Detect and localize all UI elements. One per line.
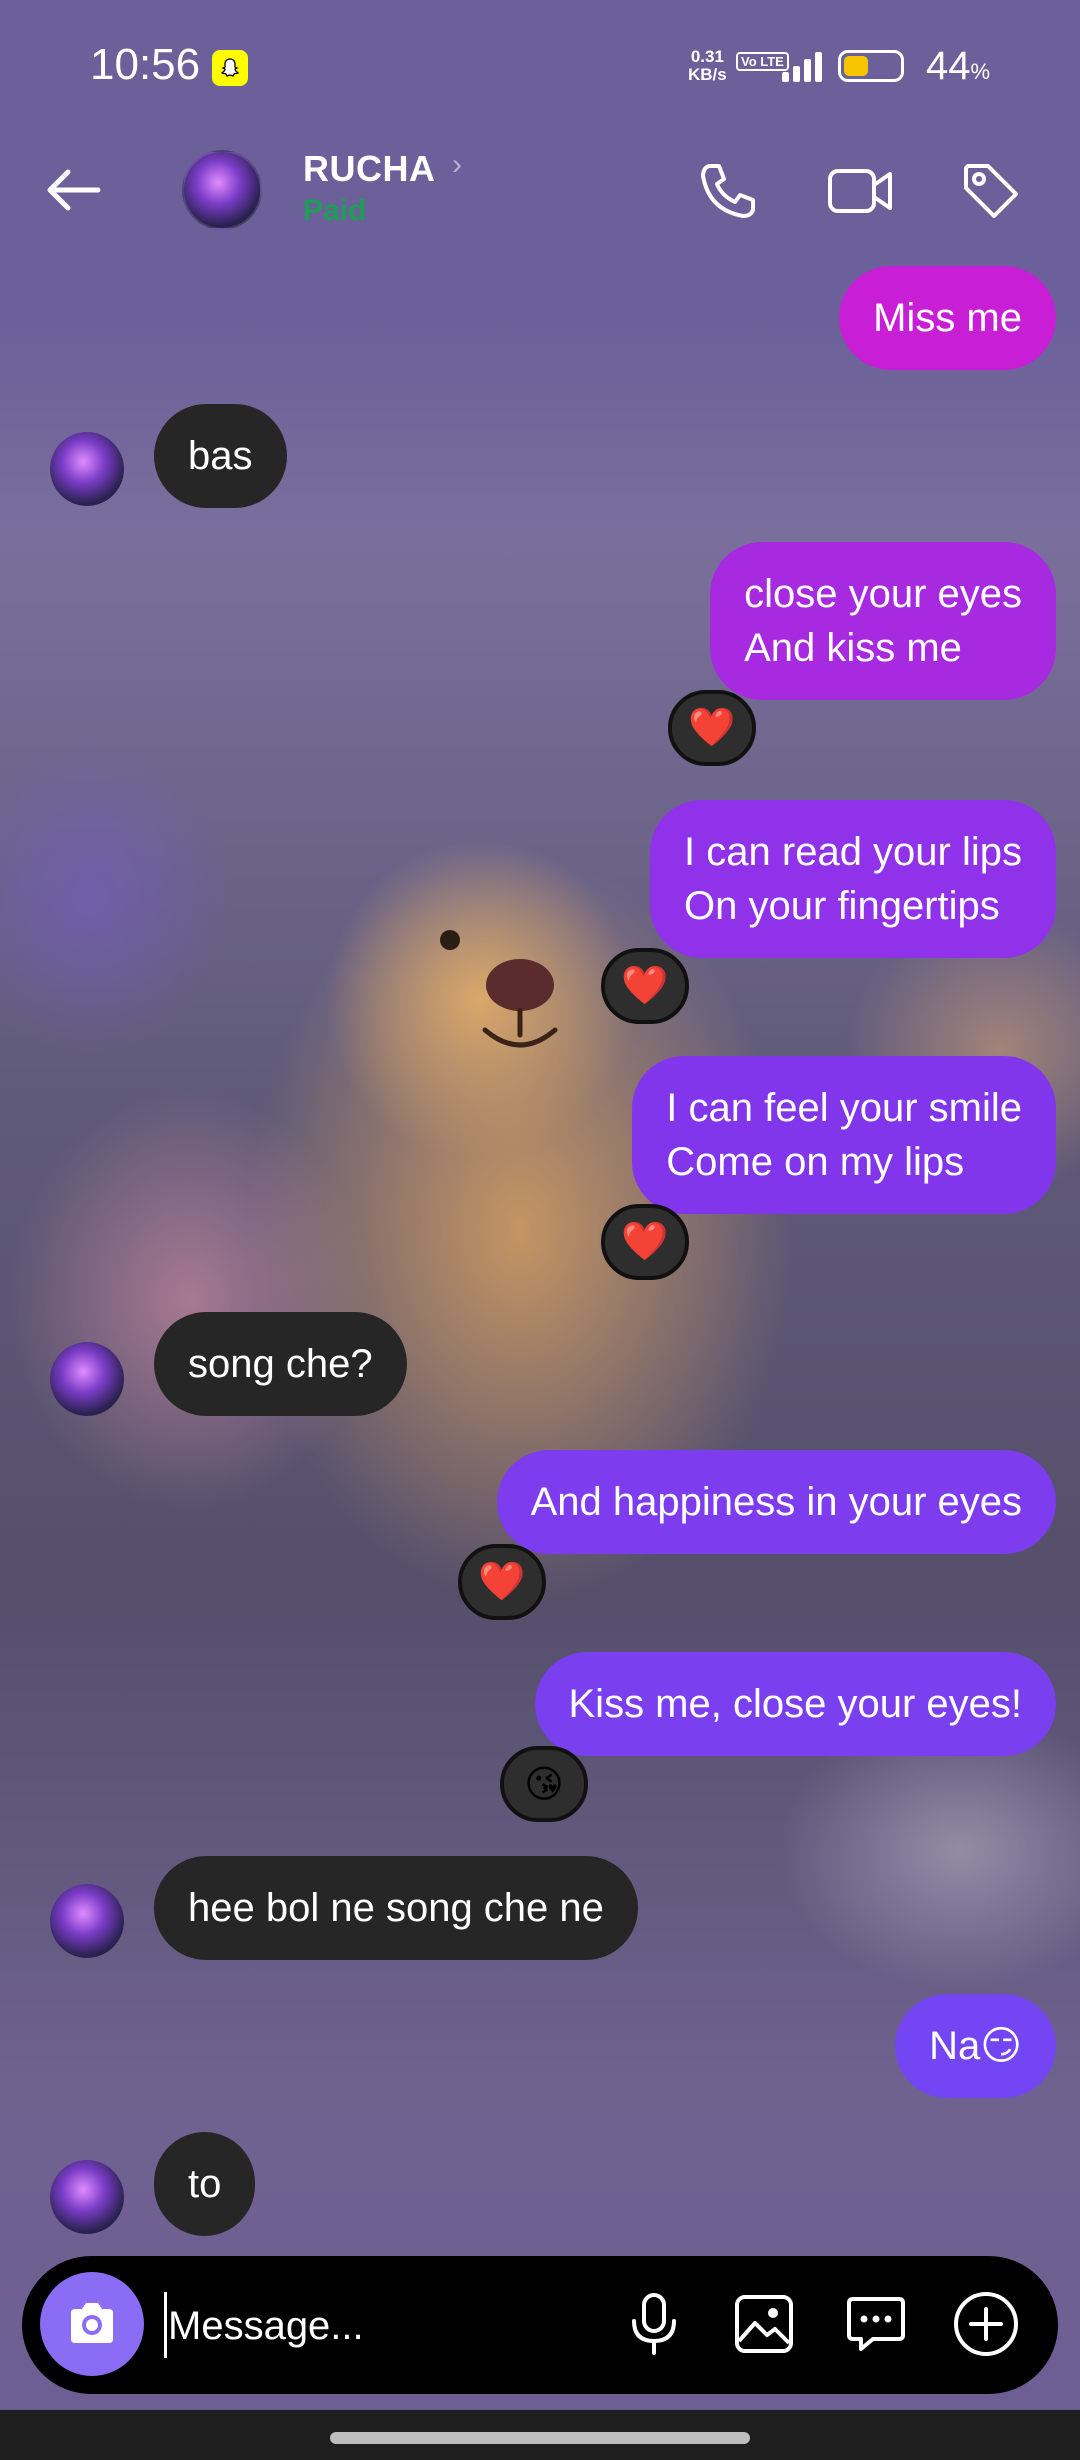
message-composer	[22, 2256, 1058, 2394]
message-text: Miss me	[873, 296, 1022, 340]
voice-call-button[interactable]	[695, 158, 761, 224]
message-reaction[interactable]: ❤️	[458, 1544, 546, 1620]
snapchat-notification-icon	[212, 50, 248, 86]
heart-reaction-icon: ❤️	[621, 965, 669, 1007]
heart-reaction-icon: ❤️	[478, 1561, 526, 1603]
message-bubble-outgoing[interactable]: And happiness in your eyes	[496, 1450, 1056, 1554]
message-bubble-outgoing[interactable]: Na😏	[895, 1994, 1056, 2098]
message-text: I can feel your smile	[666, 1086, 1022, 1130]
battery-percentage: 44%	[926, 44, 990, 89]
message-text: I can read your lips	[684, 830, 1022, 874]
camera-button[interactable]	[40, 2272, 144, 2376]
message-text: to	[188, 2162, 222, 2206]
message-text: Kiss me, close your eyes!	[568, 1682, 1023, 1726]
message-bubble-outgoing[interactable]: I can read your lips On your fingertips	[650, 800, 1056, 958]
phone-icon	[701, 164, 755, 218]
contact-avatar[interactable]	[182, 150, 262, 230]
heart-reaction-icon: ❤️	[621, 1221, 669, 1263]
more-options-button[interactable]	[948, 2286, 1024, 2362]
message-bubble-outgoing[interactable]: Miss me	[839, 266, 1056, 370]
plus-icon	[954, 2292, 1018, 2356]
message-text: hee bol ne song che ne	[188, 1886, 604, 1930]
message-reaction[interactable]: 😘	[500, 1746, 588, 1822]
tag-icon	[964, 164, 1018, 218]
message-bubble-outgoing[interactable]: Kiss me, close your eyes!	[534, 1652, 1056, 1756]
message-bubble-incoming[interactable]: bas	[154, 404, 287, 508]
video-camera-icon	[828, 169, 892, 213]
chat-header: RUCHA › Paid	[0, 130, 1080, 250]
volte-indicator: Vo LTE	[736, 52, 789, 71]
battery-suffix: %	[970, 59, 991, 84]
message-bubble-incoming[interactable]: song che?	[154, 1312, 407, 1416]
gallery-button[interactable]	[726, 2286, 802, 2362]
sender-avatar[interactable]	[50, 2160, 124, 2234]
video-call-button[interactable]	[826, 158, 892, 224]
battery-value: 44	[926, 44, 971, 88]
camera-icon	[71, 2303, 113, 2343]
sender-avatar[interactable]	[50, 432, 124, 506]
message-text: On your fingertips	[684, 884, 1000, 928]
teddy-bear-face	[440, 930, 558, 1048]
status-bar: 10:56 0.31 KB/s Vo LTE 44%	[0, 0, 1080, 130]
sticker-button[interactable]	[838, 2286, 914, 2362]
message-text: Come on my lips	[666, 1140, 965, 1184]
home-gesture-handle[interactable]	[330, 2432, 750, 2444]
network-speed: 0.31 KB/s	[688, 48, 727, 84]
message-text: And happiness in your eyes	[530, 1480, 1022, 1524]
sticker-icon	[847, 2297, 905, 2351]
back-arrow-icon	[47, 169, 101, 211]
network-speed-value: 0.31	[690, 47, 724, 66]
gallery-icon	[735, 2295, 793, 2353]
message-text: close your eyes	[744, 572, 1022, 616]
kiss-reaction-icon: 😘	[524, 1763, 564, 1806]
message-reaction[interactable]: ❤️	[601, 948, 689, 1024]
back-button[interactable]	[40, 155, 110, 225]
contact-status: Paid	[303, 194, 367, 227]
chevron-right-icon: ›	[452, 148, 462, 181]
status-time: 10:56	[90, 40, 201, 89]
network-speed-unit: KB/s	[688, 65, 727, 84]
message-text: Na😏	[929, 2024, 1022, 2068]
message-text: song che?	[188, 1342, 373, 1386]
message-bubble-outgoing[interactable]: I can feel your smile Come on my lips	[632, 1056, 1056, 1214]
voice-message-button[interactable]	[616, 2286, 692, 2362]
message-text: And kiss me	[744, 626, 962, 670]
system-navigation-bar	[0, 2410, 1080, 2460]
sender-avatar[interactable]	[50, 1884, 124, 1958]
message-input[interactable]	[166, 2286, 590, 2366]
sender-avatar[interactable]	[50, 1342, 124, 1416]
message-reaction[interactable]: ❤️	[601, 1204, 689, 1280]
microphone-icon	[632, 2293, 676, 2355]
message-reaction[interactable]: ❤️	[668, 690, 756, 766]
signal-strength-icon	[782, 50, 822, 82]
battery-icon	[838, 50, 904, 82]
message-bubble-incoming[interactable]: hee bol ne song che ne	[154, 1856, 638, 1960]
tag-button[interactable]	[958, 158, 1024, 224]
heart-reaction-icon: ❤️	[688, 707, 736, 749]
message-text: bas	[188, 434, 253, 478]
contact-name[interactable]: RUCHA	[303, 148, 436, 190]
message-bubble-outgoing[interactable]: close your eyes And kiss me	[710, 542, 1056, 700]
message-bubble-incoming[interactable]: to	[154, 2132, 256, 2236]
